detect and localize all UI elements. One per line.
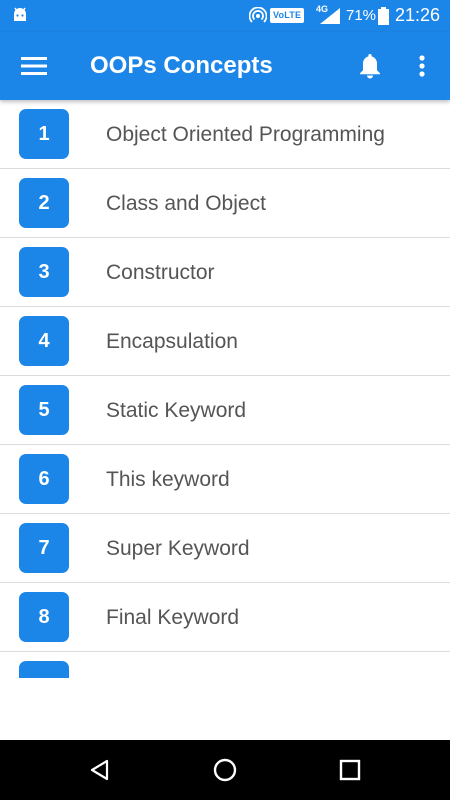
navigation-bar <box>0 740 450 800</box>
hotspot-icon <box>249 7 267 23</box>
back-button[interactable] <box>80 750 120 790</box>
app-bar: OOPs Concepts <box>0 32 450 100</box>
page-title: OOPs Concepts <box>90 52 273 79</box>
list-item[interactable]: 2 Class and Object <box>0 169 450 238</box>
recents-button[interactable] <box>330 750 370 790</box>
list-item-label: Final Keyword <box>106 606 240 629</box>
list-item[interactable]: 4 Encapsulation <box>0 307 450 376</box>
number-badge: 5 <box>19 385 69 435</box>
list-item-label: Constructor <box>106 261 215 284</box>
list-item[interactable]: 1 Object Oriented Programming <box>0 100 450 169</box>
battery-percent: 71% <box>346 7 377 24</box>
list-item-label: Encapsulation <box>106 330 238 353</box>
volte-badge: VoLTE <box>270 8 305 23</box>
screen: VoLTE 4G 71% 21:26 OOPs Concepts 1 Objec… <box>0 0 450 800</box>
home-button[interactable] <box>205 750 245 790</box>
list-item[interactable]: 6 This keyword <box>0 445 450 514</box>
battery-icon <box>378 7 389 25</box>
number-badge: 8 <box>19 592 69 642</box>
list-item-label: This keyword <box>106 468 230 491</box>
number-badge: 4 <box>19 316 69 366</box>
number-badge: 6 <box>19 454 69 504</box>
list-item-label: Class and Object <box>106 192 266 215</box>
list-item-label: Object Oriented Programming <box>106 123 385 146</box>
bell-icon <box>360 54 380 79</box>
home-icon <box>213 758 237 782</box>
list-item-label: Super Keyword <box>106 537 250 560</box>
more-vert-icon <box>419 55 425 77</box>
list-item[interactable]: 3 Constructor <box>0 238 450 307</box>
recents-icon <box>339 759 361 781</box>
back-icon <box>90 759 109 781</box>
signal-icon <box>320 8 340 24</box>
number-badge: 2 <box>19 178 69 228</box>
number-badge <box>19 661 69 678</box>
menu-button[interactable] <box>14 46 54 86</box>
number-badge: 7 <box>19 523 69 573</box>
list-item[interactable]: 8 Final Keyword <box>0 583 450 652</box>
number-badge: 1 <box>19 109 69 159</box>
list-item[interactable]: 7 Super Keyword <box>0 514 450 583</box>
list-item-label: Static Keyword <box>106 399 247 422</box>
status-bar: VoLTE 4G 71% 21:26 <box>0 0 450 32</box>
list-item-partial[interactable] <box>0 652 450 678</box>
clock: 21:26 <box>395 5 441 25</box>
hamburger-menu-icon <box>21 57 47 75</box>
more-options-button[interactable] <box>405 46 439 86</box>
android-icon <box>14 7 26 21</box>
notifications-button[interactable] <box>352 46 388 86</box>
number-badge: 3 <box>19 247 69 297</box>
list-item[interactable]: 5 Static Keyword <box>0 376 450 445</box>
topic-list[interactable]: 1 Object Oriented Programming 2 Class an… <box>0 100 450 678</box>
